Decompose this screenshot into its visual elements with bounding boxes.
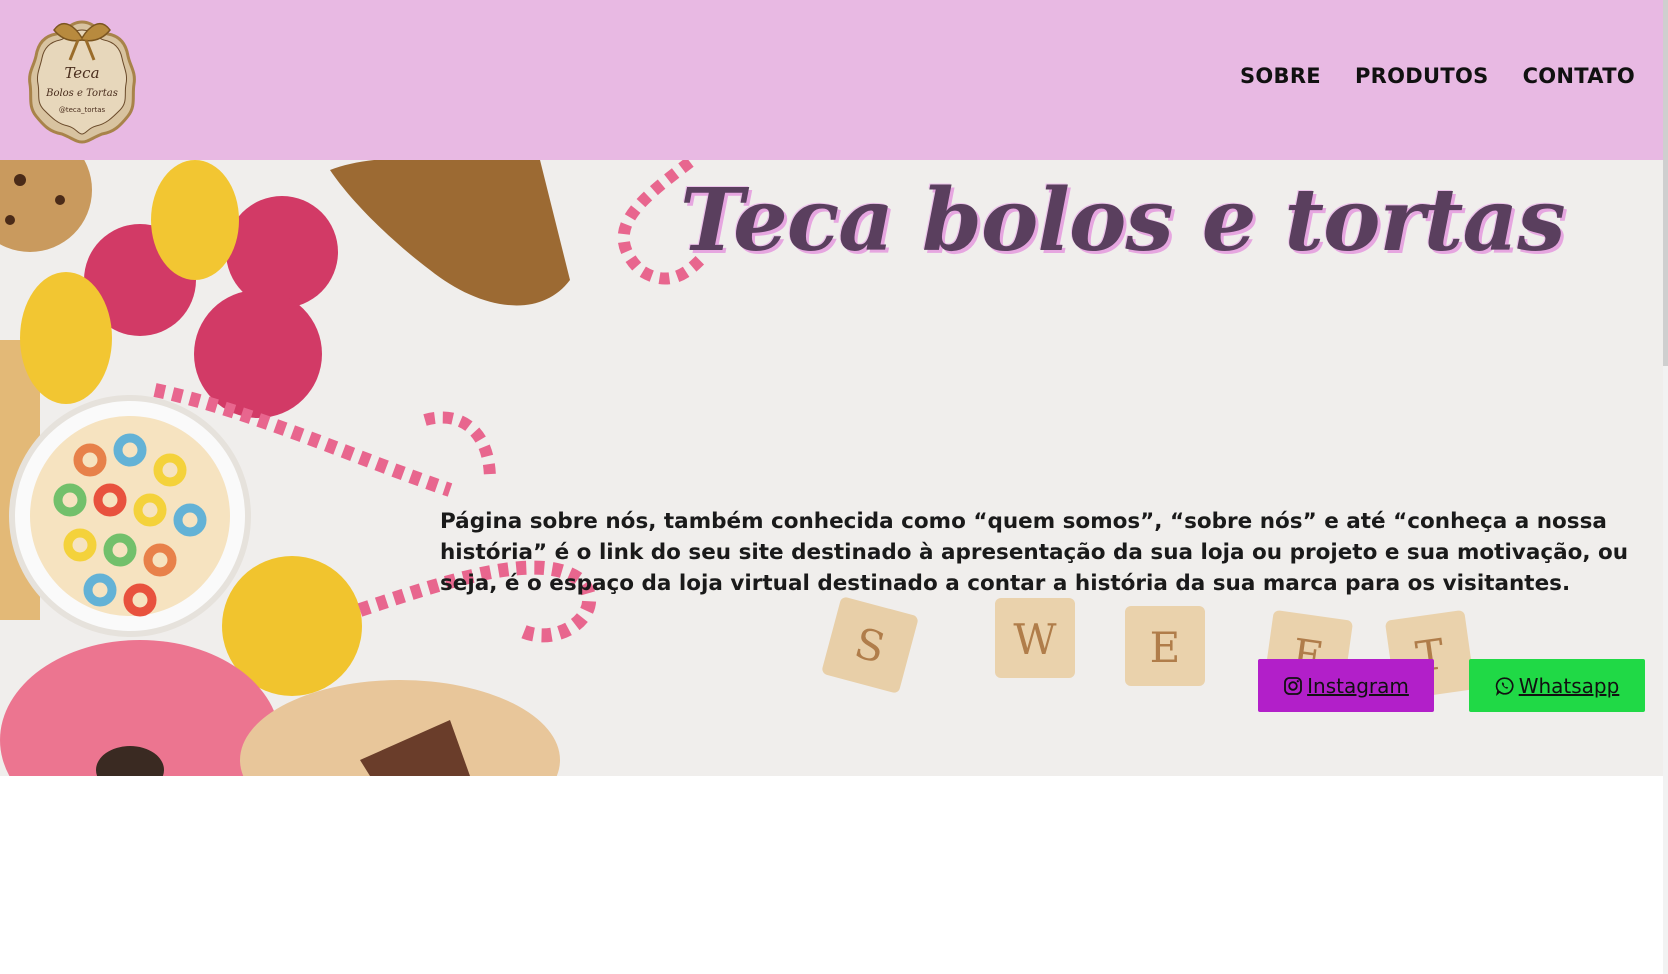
instagram-button-label: Instagram bbox=[1307, 673, 1409, 698]
nav-link-contato[interactable]: CONTATO bbox=[1523, 64, 1635, 88]
whatsapp-icon bbox=[1495, 676, 1514, 696]
scrollbar-thumb[interactable] bbox=[1663, 0, 1668, 366]
site-header: Teca Bolos e Tortas @teca_tortas SOBRE P… bbox=[0, 0, 1663, 160]
whatsapp-button[interactable]: Whatsapp bbox=[1469, 659, 1645, 712]
logo-text-tagline: Bolos e Tortas bbox=[45, 88, 118, 99]
nav-link-produtos[interactable]: PRODUTOS bbox=[1355, 64, 1489, 88]
about-text: Página sobre nós, também conhecida como … bbox=[440, 508, 1629, 596]
hero-title: Teca bolos e tortas bbox=[680, 170, 1566, 271]
logo-text-handle: @teca_tortas bbox=[59, 106, 106, 114]
tile-w-letter: W bbox=[1013, 615, 1057, 664]
whatsapp-button-label: Whatsapp bbox=[1518, 673, 1620, 698]
instagram-icon bbox=[1284, 676, 1303, 695]
instagram-button[interactable]: Instagram bbox=[1258, 659, 1434, 712]
tile-e1-letter: E bbox=[1150, 623, 1181, 672]
nav-link-sobre[interactable]: SOBRE bbox=[1240, 64, 1321, 88]
page-scrollbar[interactable] bbox=[1663, 0, 1668, 974]
logo[interactable]: Teca Bolos e Tortas @teca_tortas bbox=[24, 12, 140, 144]
main-nav: SOBRE PRODUTOS CONTATO bbox=[1240, 64, 1635, 88]
logo-text-name: Teca bbox=[64, 64, 99, 82]
hero-section: S W E E T Teca bolos e tortas Página sob… bbox=[0, 160, 1663, 776]
